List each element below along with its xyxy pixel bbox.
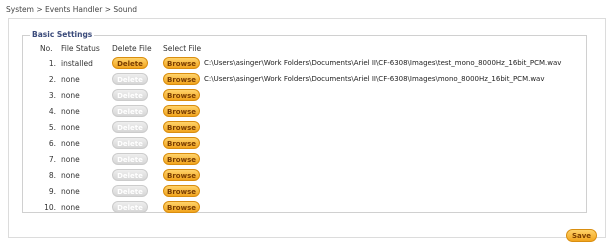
row-number: 10. — [44, 203, 56, 212]
delete-button[interactable]: Delete — [112, 57, 148, 69]
row-number: 7. — [48, 155, 56, 164]
browse-button[interactable]: Browse — [163, 137, 200, 149]
header-select-file: Select File — [163, 44, 202, 53]
browse-button[interactable]: Browse — [163, 105, 200, 117]
file-status: none — [61, 123, 80, 132]
browse-button[interactable]: Browse — [163, 185, 200, 197]
file-status: none — [61, 187, 80, 196]
delete-button: Delete — [112, 201, 148, 213]
row-number: 8. — [48, 171, 56, 180]
delete-button: Delete — [112, 89, 148, 101]
delete-button: Delete — [112, 185, 148, 197]
delete-button: Delete — [112, 153, 148, 165]
row-number: 5. — [48, 123, 56, 132]
delete-button: Delete — [112, 73, 148, 85]
row-number: 4. — [48, 107, 56, 116]
row-number: 2. — [48, 75, 56, 84]
browse-button[interactable]: Browse — [163, 73, 200, 85]
table-row: 5. none Delete Browse — [23, 120, 586, 136]
file-status: none — [61, 171, 80, 180]
header-no: No. — [40, 44, 53, 53]
save-button[interactable]: Save — [566, 229, 597, 242]
browse-button[interactable]: Browse — [163, 89, 200, 101]
table-row: 1. installed Delete Browse C:\Users\asinger\… — [23, 56, 586, 72]
table-row: 9. none Delete Browse — [23, 184, 586, 200]
file-status: installed — [61, 59, 93, 68]
browse-button[interactable]: Browse — [163, 153, 200, 165]
file-status: none — [61, 91, 80, 100]
table-row: 8. none Delete Browse — [23, 168, 586, 184]
header-file-status: File Status — [61, 44, 100, 53]
delete-button: Delete — [112, 121, 148, 133]
table-row: 3. none Delete Browse — [23, 88, 586, 104]
browse-button[interactable]: Browse — [163, 169, 200, 181]
browse-button[interactable]: Browse — [163, 201, 200, 213]
browse-button[interactable]: Browse — [163, 57, 200, 69]
delete-button: Delete — [112, 169, 148, 181]
header-delete-file: Delete File — [112, 44, 152, 53]
table-row: 10. none Delete Browse — [23, 200, 586, 216]
row-number: 9. — [48, 187, 56, 196]
table-row: 7. none Delete Browse — [23, 152, 586, 168]
content-panel: Basic Settings No. File Status Delete Fi… — [8, 18, 606, 238]
table-row: 6. none Delete Browse — [23, 136, 586, 152]
delete-button: Delete — [112, 105, 148, 117]
file-path: C:\Users\asinger\Work Folders\Documents\… — [204, 59, 562, 67]
file-path: C:\Users\asinger\Work Folders\Documents\… — [204, 75, 545, 83]
breadcrumb: System > Events Handler > Sound — [6, 5, 137, 14]
basic-settings-section: Basic Settings No. File Status Delete Fi… — [22, 30, 587, 216]
row-number: 6. — [48, 139, 56, 148]
file-status: none — [61, 203, 80, 212]
browse-button[interactable]: Browse — [163, 121, 200, 133]
table-row: 4. none Delete Browse — [23, 104, 586, 120]
delete-button: Delete — [112, 137, 148, 149]
file-status: none — [61, 139, 80, 148]
file-status: none — [61, 107, 80, 116]
row-number: 1. — [48, 59, 56, 68]
file-status: none — [61, 155, 80, 164]
row-number: 3. — [48, 91, 56, 100]
table-row: 2. none Delete Browse C:\Users\asinger\Work … — [23, 72, 586, 88]
section-title: Basic Settings — [30, 30, 95, 39]
file-status: none — [61, 75, 80, 84]
